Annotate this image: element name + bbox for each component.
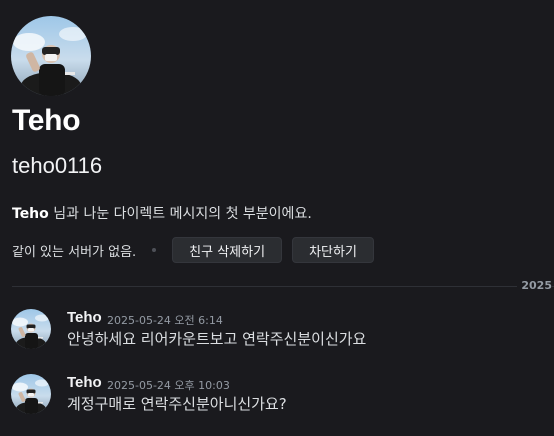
message-author[interactable]: Teho xyxy=(67,374,102,391)
dm-intro-name: Teho xyxy=(12,206,49,222)
block-button[interactable]: 차단하기 xyxy=(292,237,374,263)
message-content: 안녕하세요 리어카운트보고 연락주신분이신가요 xyxy=(67,330,367,348)
message-timestamp: 2025-05-24 오후 10:03 xyxy=(107,379,230,392)
profile-display-name: Teho xyxy=(12,104,81,137)
mutual-servers-row: 같이 있는 서버가 없음. 친구 삭제하기 차단하기 xyxy=(12,237,384,263)
profile-username: teho0116 xyxy=(12,153,103,178)
message-item[interactable]: Teho 2025-05-24 오후 10:03 계정구매로 연락주신분아니신가… xyxy=(0,374,554,432)
user-avatar-photo-icon xyxy=(11,16,91,96)
dm-intro-rest: 님과 나눈 다이렉트 메시지의 첫 부분이에요. xyxy=(48,206,312,222)
profile-avatar[interactable] xyxy=(11,16,91,96)
no-mutual-servers-text: 같이 있는 서버가 없음. xyxy=(12,244,137,260)
separator-dot xyxy=(152,248,157,252)
remove-friend-button[interactable]: 친구 삭제하기 xyxy=(172,237,283,263)
message-item[interactable]: Teho 2025-05-24 오전 6:14 안녕하세요 리어카운트보고 연락… xyxy=(0,309,554,367)
date-divider xyxy=(12,286,554,287)
user-avatar-photo-icon xyxy=(11,374,51,414)
date-divider-label: 2025 xyxy=(517,279,552,292)
message-content: 계정구매로 연락주신분아니신가요? xyxy=(67,395,287,413)
message-timestamp: 2025-05-24 오전 6:14 xyxy=(107,314,223,327)
dm-intro-text: Teho 님과 나눈 다이렉트 메시지의 첫 부분이에요. xyxy=(12,203,312,223)
user-avatar-photo-icon xyxy=(11,309,51,349)
message-author[interactable]: Teho xyxy=(67,309,102,326)
message-avatar[interactable] xyxy=(11,309,51,349)
message-avatar[interactable] xyxy=(11,374,51,414)
